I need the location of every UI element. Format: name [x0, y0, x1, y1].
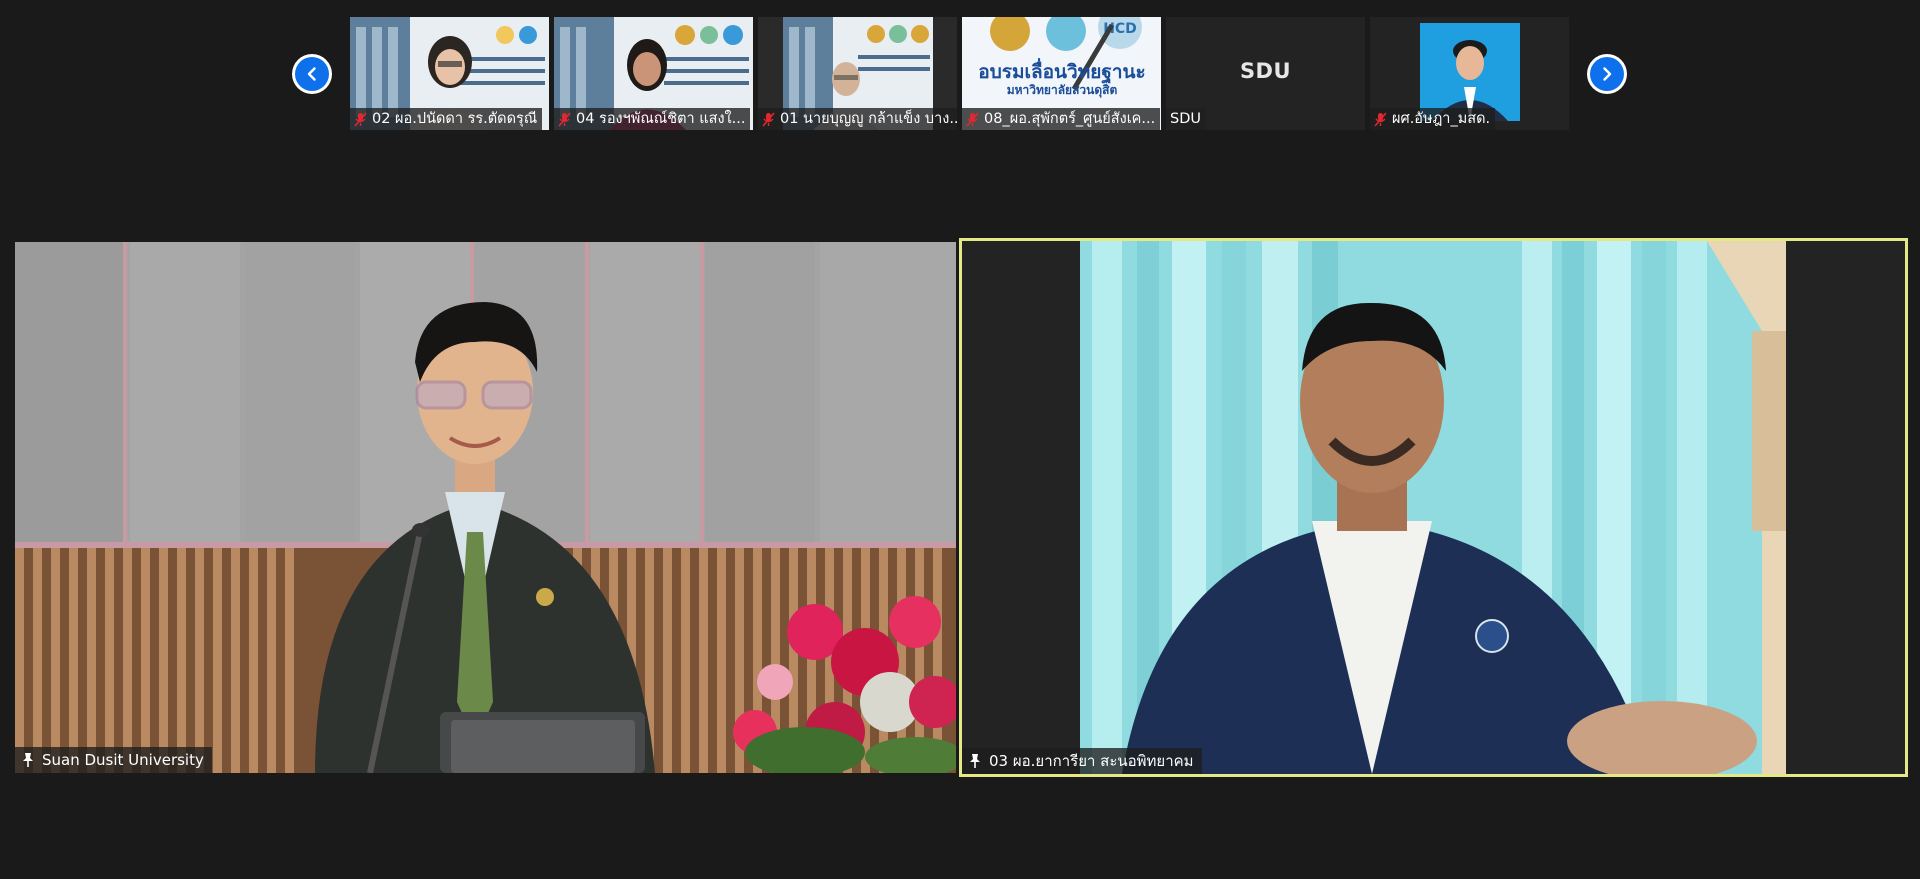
participant-name-label: 02 ผอ.ปนัดดา รร.ตัดดรุณี — [350, 108, 543, 130]
participant-name-label: 08_ผอ.สุพักตร์_ศูนย์สังเค... — [962, 108, 1161, 130]
mic-muted-icon — [966, 111, 979, 127]
participant-thumbnail[interactable]: HCD อบรมเลื่อนวิทยฐานะ มหาวิทยาลัยสวนดุส… — [962, 17, 1161, 130]
participant-thumbnail[interactable]: 02 ผอ.ปนัดดา รร.ตัดดรุณี — [350, 17, 549, 130]
participant-thumbnail[interactable]: ผศ.อัษฎา_มสด. — [1370, 17, 1569, 130]
video-tile-suan-dusit[interactable]: Suan Dusit University — [15, 242, 956, 773]
participant-name-label: 03 ผอ.ยาการียา สะนอพิทยาคม — [962, 748, 1202, 774]
participant-name-label: 04 รองฯพัณณ์ชิตา แสงใ... — [554, 108, 751, 130]
participant-thumbnail[interactable]: 01 นายบุญญู กล้าแข็ง บาง... — [758, 17, 957, 130]
participant-thumbnail[interactable]: SDU SDU — [1166, 17, 1365, 130]
next-page-button[interactable] — [1587, 54, 1627, 94]
participant-thumbnail[interactable]: 04 รองฯพัณณ์ชิตา แสงใ... — [554, 17, 753, 130]
mic-muted-icon — [762, 111, 775, 127]
banner-subtitle: มหาวิทยาลัยสวนดุสิต — [1006, 83, 1118, 97]
video-tile-active-speaker[interactable]: 03 ผอ.ยาการียา สะนอพิทยาคม — [959, 238, 1908, 777]
participant-name-label: Suan Dusit University — [15, 747, 212, 773]
chevron-left-icon — [295, 57, 329, 91]
participant-video — [962, 241, 1905, 774]
mic-muted-icon — [1374, 111, 1387, 127]
participant-video — [15, 242, 956, 773]
pin-icon — [970, 754, 980, 768]
pin-icon — [23, 753, 33, 767]
participant-name-label: ผศ.อัษฎา_มสด. — [1370, 108, 1496, 130]
mic-muted-icon — [354, 111, 367, 127]
participant-name-label: 01 นายบุญญู กล้าแข็ง บาง... — [758, 108, 957, 130]
participant-name-label: SDU — [1166, 108, 1206, 130]
mic-muted-icon — [558, 111, 571, 127]
prev-page-button[interactable] — [292, 54, 332, 94]
participant-avatar-text: SDU — [1239, 59, 1292, 83]
participant-strip: 02 ผอ.ปนัดดา รร.ตัดดรุณี 04 รองฯพัณณ์ชิต… — [0, 0, 1920, 140]
chevron-right-icon — [1590, 57, 1624, 91]
